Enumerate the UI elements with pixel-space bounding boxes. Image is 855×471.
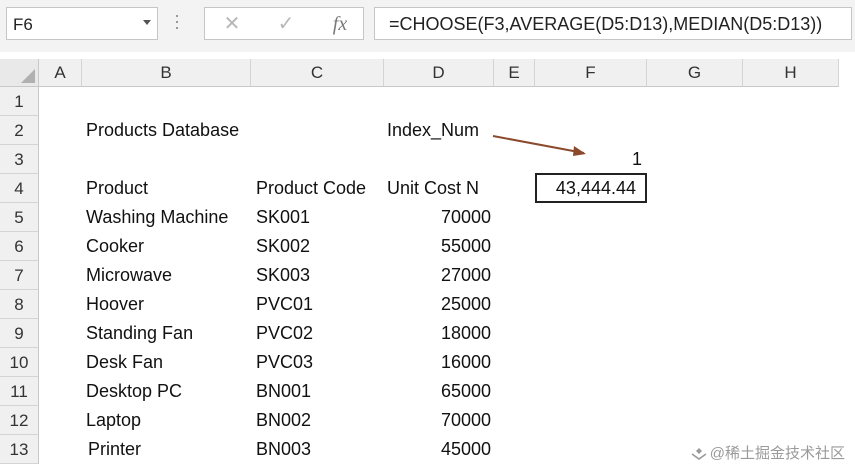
result-cell-f6[interactable]: 43,444.44	[535, 173, 647, 203]
product-name-cell[interactable]: Standing Fan	[86, 319, 193, 348]
header-unit-cost[interactable]: Unit Cost N	[387, 174, 479, 203]
arrow-icon	[492, 135, 586, 156]
product-name-cell[interactable]: Printer	[88, 435, 141, 464]
product-code-cell[interactable]: SK001	[256, 203, 310, 232]
product-name-cell[interactable]: Desk Fan	[86, 348, 163, 377]
column-header-c[interactable]: C	[251, 59, 384, 87]
chevron-down-icon[interactable]	[143, 20, 151, 25]
column-header-b[interactable]: B	[82, 59, 251, 87]
product-code-cell[interactable]: BN001	[256, 377, 311, 406]
column-header-h[interactable]: H	[743, 59, 839, 87]
header-product-code[interactable]: Product Code	[256, 174, 366, 203]
row-header-3[interactable]: 3	[0, 145, 39, 174]
name-box[interactable]: F6	[6, 7, 158, 40]
product-name-cell[interactable]: Microwave	[86, 261, 172, 290]
row-header-7[interactable]: 7	[0, 261, 39, 290]
row-header-6[interactable]: 6	[0, 232, 39, 261]
product-name-cell[interactable]: Hoover	[86, 290, 144, 319]
column-header-a[interactable]: A	[39, 59, 82, 87]
row-header-2[interactable]: 2	[0, 116, 39, 145]
enter-icon[interactable]: ✓	[271, 12, 301, 36]
formula-buttons: ✕ ✓ fx	[204, 7, 364, 40]
unit-cost-cell[interactable]: 16000	[384, 348, 491, 377]
resize-handle-icon[interactable]	[176, 15, 179, 35]
unit-cost-cell[interactable]: 70000	[384, 203, 491, 232]
sheet-title[interactable]: Products Database	[86, 116, 239, 145]
unit-cost-cell[interactable]: 55000	[384, 232, 491, 261]
watermark-text: @稀土掘金技术社区	[709, 445, 845, 462]
product-code-cell[interactable]: BN003	[256, 435, 311, 464]
logo-icon	[691, 448, 707, 460]
unit-cost-cell[interactable]: 18000	[384, 319, 491, 348]
column-header-e[interactable]: E	[494, 59, 535, 87]
row-header-11[interactable]: 11	[0, 377, 39, 406]
product-code-cell[interactable]: SK003	[256, 261, 310, 290]
insert-function-icon[interactable]: fx	[325, 12, 355, 36]
watermark: @稀土掘金技术社区	[691, 442, 845, 463]
header-product[interactable]: Product	[86, 174, 148, 203]
row-header-13[interactable]: 13	[0, 435, 39, 464]
unit-cost-cell[interactable]: 45000	[384, 435, 491, 464]
product-name-cell[interactable]: Washing Machine	[86, 203, 228, 232]
column-header-d[interactable]: D	[384, 59, 494, 87]
name-box-value: F6	[13, 15, 33, 34]
index-num-label[interactable]: Index_Num	[387, 116, 479, 145]
index-num-value[interactable]: 1	[632, 145, 642, 174]
row-header-9[interactable]: 9	[0, 319, 39, 348]
formula-input[interactable]: =CHOOSE(F3,AVERAGE(D5:D13),MEDIAN(D5:D13…	[374, 7, 852, 40]
row-header-5[interactable]: 5	[0, 203, 39, 232]
product-name-cell[interactable]: Desktop PC	[86, 377, 182, 406]
unit-cost-cell[interactable]: 25000	[384, 290, 491, 319]
product-code-cell[interactable]: PVC03	[256, 348, 313, 377]
row-header-10[interactable]: 10	[0, 348, 39, 377]
product-name-cell[interactable]: Laptop	[86, 406, 141, 435]
select-all-corner[interactable]	[0, 59, 39, 87]
product-name-cell[interactable]: Cooker	[86, 232, 144, 261]
row-header-4[interactable]: 4	[0, 174, 39, 203]
row-header-1[interactable]: 1	[0, 87, 39, 116]
column-header-g[interactable]: G	[647, 59, 743, 87]
product-code-cell[interactable]: PVC01	[256, 290, 313, 319]
product-code-cell[interactable]: SK002	[256, 232, 310, 261]
formula-text: =CHOOSE(F3,AVERAGE(D5:D13),MEDIAN(D5:D13…	[389, 14, 823, 34]
formula-bar: F6 ✕ ✓ fx =CHOOSE(F3,AVERAGE(D5:D13),MED…	[0, 0, 855, 52]
unit-cost-cell[interactable]: 70000	[384, 406, 491, 435]
cancel-icon[interactable]: ✕	[217, 12, 247, 36]
unit-cost-cell[interactable]: 65000	[384, 377, 491, 406]
product-code-cell[interactable]: PVC02	[256, 319, 313, 348]
row-header-12[interactable]: 12	[0, 406, 39, 435]
unit-cost-cell[interactable]: 27000	[384, 261, 491, 290]
row-header-8[interactable]: 8	[0, 290, 39, 319]
product-code-cell[interactable]: BN002	[256, 406, 311, 435]
column-header-f[interactable]: F	[535, 59, 647, 87]
